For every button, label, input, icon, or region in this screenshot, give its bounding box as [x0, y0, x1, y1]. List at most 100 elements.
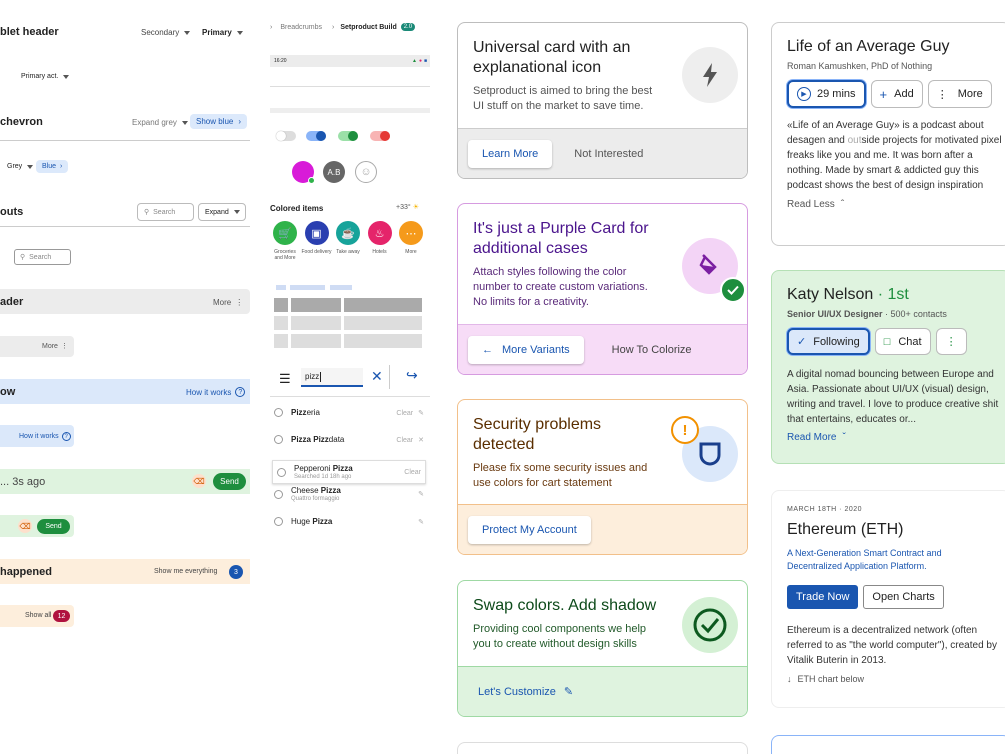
close-icon[interactable]: ✕	[371, 368, 383, 385]
mobile-components-column: › Breadcrumbs › Setproduct Build 2.0 16:…	[266, 0, 436, 754]
search-input-small[interactable]: ⚲ Search	[14, 249, 71, 265]
grey-dropdown[interactable]: Grey	[7, 163, 34, 170]
toggle-switch[interactable]	[306, 131, 326, 141]
suggestion-prefix: Pepperoni	[294, 464, 333, 473]
how-it-works-link[interactable]: How it works?	[186, 387, 246, 397]
clear-suggestion-button[interactable]: Clear ✕	[396, 436, 424, 444]
profile-meta: Senior UI/UX Designer · 500+ contacts	[787, 309, 995, 319]
toggle-switch[interactable]	[370, 131, 390, 141]
more-options-button[interactable]: ⋮	[935, 328, 967, 355]
show-blue-button[interactable]: Show blue ›	[190, 114, 248, 129]
menu-icon[interactable]: ☰	[279, 371, 291, 387]
show-me-everything-link[interactable]: Show me everything	[154, 568, 217, 575]
play-duration-button[interactable]: ▶ 29 mins	[787, 80, 866, 108]
clear-label: Clear	[396, 436, 414, 444]
customize-button[interactable]: Let's Customize ✎	[478, 685, 573, 698]
clear-suggestion-button[interactable]: ✎	[413, 518, 424, 526]
search-suggestion[interactable]: Pepperoni Pizza Searched 1d 18h ago Clear	[272, 460, 426, 484]
colored-item[interactable]: ♨ Hotels	[365, 221, 395, 255]
expand-grey-button[interactable]: Expand grey	[132, 118, 188, 127]
protect-account-button[interactable]: Protect My Account	[468, 515, 591, 544]
forward-icon[interactable]: ↪	[406, 367, 418, 384]
plus-icon: +	[879, 86, 888, 102]
following-label: Following	[813, 335, 860, 348]
colored-item[interactable]: ▣ Food delivery	[302, 221, 332, 255]
duration-label: 29 mins	[817, 88, 856, 100]
profile-name: Katy Nelson	[787, 286, 874, 303]
warning-icon: !	[671, 416, 699, 444]
divider-bar	[270, 108, 430, 113]
chat-button[interactable]: □ Chat	[874, 328, 931, 355]
how-it-works-link-small[interactable]: How it works?	[19, 432, 71, 441]
clear-suggestion-button[interactable]: Clear ✎	[396, 409, 424, 417]
trash-icon[interactable]: ⌫	[192, 474, 206, 488]
search-suggestion[interactable]: Huge Pizza ✎	[274, 517, 424, 526]
clear-suggestion-button[interactable]: ✎	[413, 490, 424, 498]
read-less-button[interactable]: Read Less ˆ	[787, 199, 995, 210]
trash-icon[interactable]: ⌫	[18, 519, 32, 533]
how-to-colorize-button[interactable]: How To Colorize	[612, 344, 692, 356]
profile-actions: ✓ Following □ Chat ⋮	[787, 328, 995, 355]
search-suggestion[interactable]: Pizzeria Clear ✎	[274, 408, 424, 417]
send-button-small[interactable]: Send	[37, 519, 70, 534]
check-badge-icon	[720, 277, 746, 303]
following-button[interactable]: ✓ Following	[787, 328, 870, 355]
header-section-title: ader	[0, 296, 24, 308]
colored-item[interactable]: ⋯ More	[396, 221, 426, 255]
weather-label: +33° ☀	[396, 203, 419, 211]
card-title: Universal card with an explanational ico…	[473, 39, 631, 76]
more-button[interactable]: ⋮ More	[927, 80, 992, 108]
primary-action-dropdown[interactable]: Primary act.	[21, 73, 70, 80]
chevron-down-icon	[236, 30, 243, 35]
open-charts-button[interactable]: Open Charts	[863, 585, 944, 609]
history-icon	[274, 489, 283, 499]
pencil-icon: ✎	[563, 686, 574, 698]
blue-chevron-button[interactable]: Blue ›	[36, 160, 69, 173]
colored-item[interactable]: ☕ Take away	[333, 221, 363, 255]
search-suggestion[interactable]: Pizza Pizzdata Clear ✕	[274, 435, 424, 444]
learn-more-button[interactable]: Learn More	[468, 139, 553, 168]
history-icon	[274, 408, 283, 417]
chart-below-link[interactable]: ↓ ETH chart below	[787, 674, 995, 684]
toggle-switch[interactable]	[338, 131, 358, 141]
avatar[interactable]	[292, 161, 315, 184]
chevron-down-icon	[233, 210, 240, 214]
suggestion-subtext: Searched 1d 18h ago	[294, 474, 352, 480]
more-label: More	[957, 88, 983, 100]
primary-dropdown[interactable]: Primary	[202, 28, 243, 37]
toggle-knob	[276, 131, 286, 141]
toggle-knob	[380, 131, 390, 141]
more-vertical-icon: ⋮	[945, 336, 957, 348]
trade-now-button[interactable]: Trade Now	[787, 585, 859, 609]
history-icon	[277, 467, 286, 477]
card-text: Please fix some security issues and use …	[473, 462, 648, 489]
user-placeholder-icon[interactable]: ☺	[355, 161, 377, 183]
chevron-down-icon	[184, 30, 191, 35]
breadcrumb-item[interactable]: Breadcrumbs	[280, 24, 322, 31]
chevron-right-icon: ›	[331, 23, 335, 31]
clear-suggestion-button[interactable]: Clear	[404, 469, 421, 476]
colored-item-icon: ♨	[367, 221, 392, 245]
not-interested-button[interactable]: Not Interested	[574, 148, 643, 160]
search-suggestion[interactable]: Cheese Pizza Quattro formaggio ✎	[274, 486, 424, 502]
more-variants-button[interactable]: ← More Variants	[468, 335, 584, 364]
more-button[interactable]: More ⋮	[213, 298, 243, 307]
battery-icon: ■	[423, 58, 427, 64]
add-button[interactable]: + Add	[870, 80, 923, 108]
show-blue-label: Show blue	[196, 117, 234, 126]
read-more-button[interactable]: Read More ˇ	[787, 432, 995, 443]
more-button-small[interactable]: More ⋮	[42, 342, 68, 350]
colored-item[interactable]: 🛒 Groceries and More	[270, 221, 300, 261]
article-date: MARCH 18TH · 2020	[787, 506, 863, 513]
search-input[interactable]: ⚲ Search	[137, 203, 194, 221]
count-badge: 12	[53, 610, 70, 622]
avatar-initials[interactable]: A.B	[323, 161, 345, 183]
more-label: More	[213, 298, 232, 307]
card-footer: Protect My Account	[458, 504, 747, 554]
secondary-dropdown[interactable]: Secondary	[141, 28, 191, 37]
toggle-switch[interactable]	[276, 131, 296, 141]
show-all-link[interactable]: Show all	[25, 612, 51, 619]
send-button[interactable]: Send	[213, 473, 246, 490]
search-input[interactable]: pizz	[301, 368, 363, 387]
expand-dropdown[interactable]: Expand	[198, 203, 246, 221]
